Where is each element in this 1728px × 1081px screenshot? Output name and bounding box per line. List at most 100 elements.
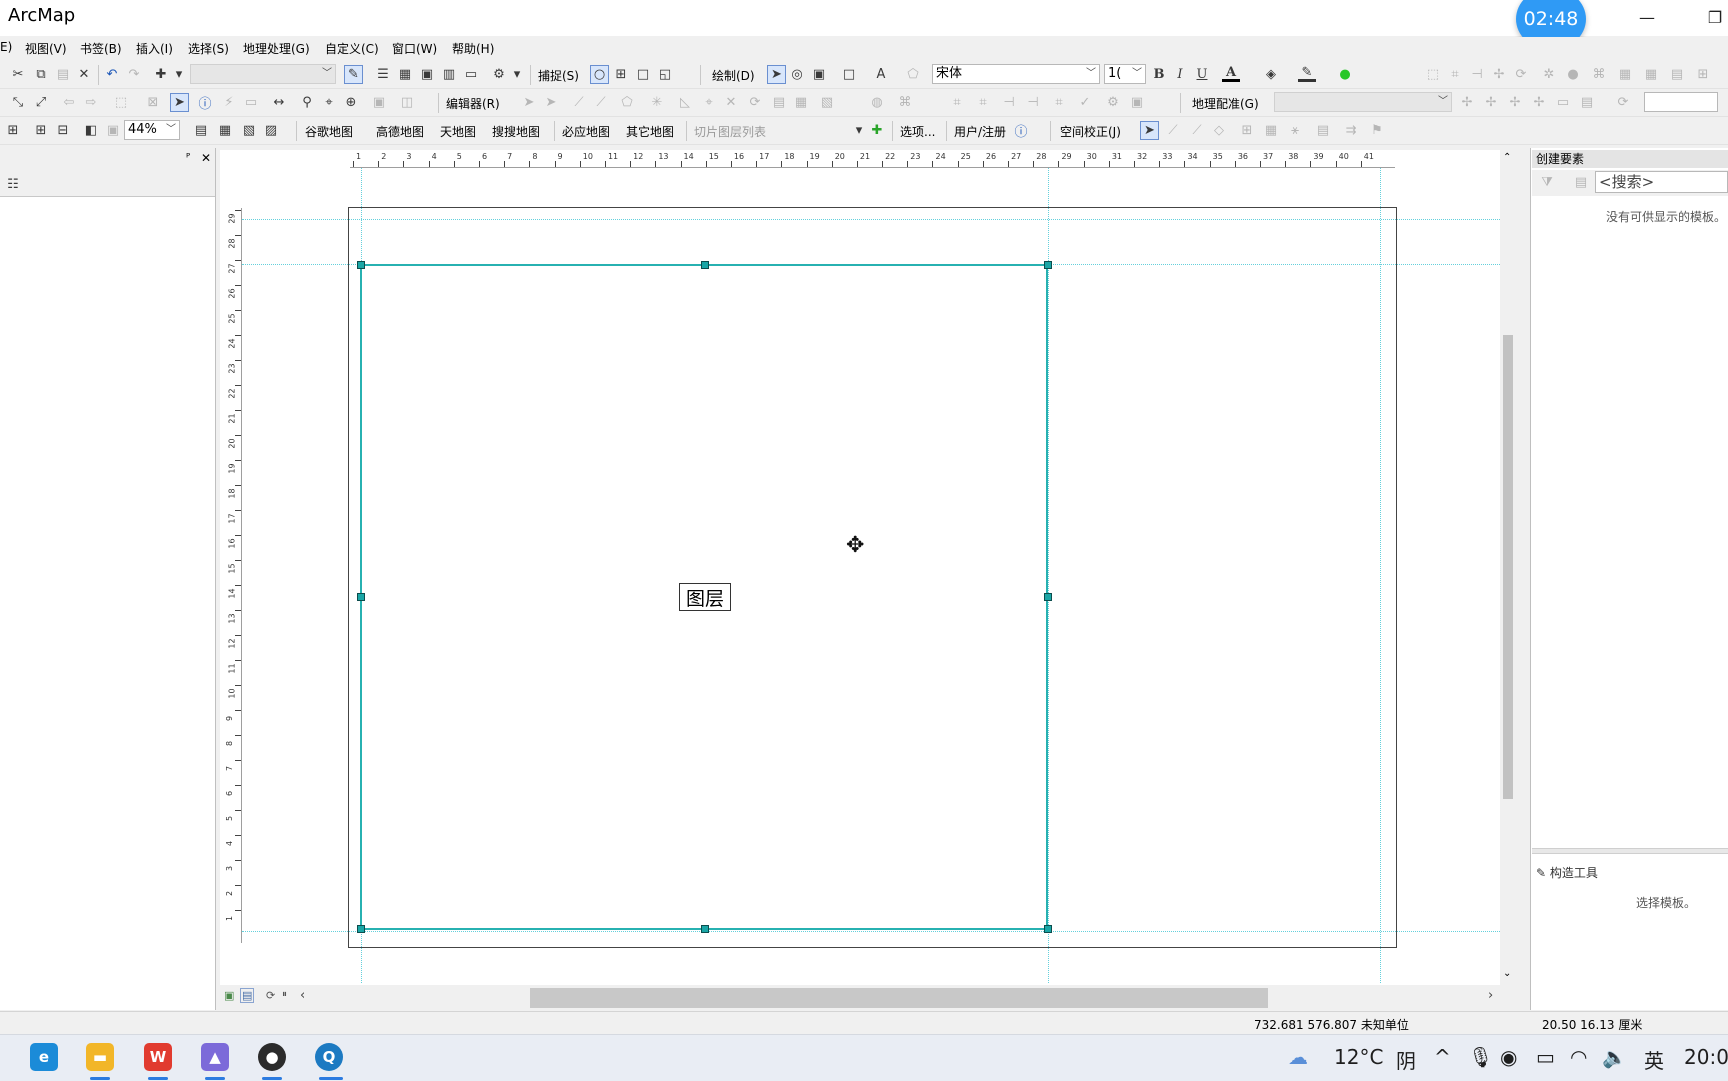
layout-zoom-out-icon[interactable]: ⊞ [32, 121, 50, 139]
marker-color-icon[interactable]: ● [1336, 65, 1354, 83]
menu-customize[interactable]: 自定义(C) [325, 40, 379, 57]
info-icon[interactable]: ⓘ [1012, 121, 1030, 140]
adjust-select-icon[interactable]: ➤ [1140, 121, 1159, 140]
georef-tool4-icon[interactable]: ✢ [1530, 93, 1548, 111]
wifi-icon[interactable]: ◠ [1570, 1045, 1587, 1069]
point-snap-icon[interactable]: ○ [590, 65, 609, 84]
multi-displacement-icon[interactable]: ◇ [1210, 121, 1228, 139]
trace-icon[interactable]: ⟋ [592, 93, 610, 111]
georef-refresh-icon[interactable]: ⟳ [1614, 93, 1632, 111]
table-of-contents-icon[interactable]: ☰ [374, 65, 392, 83]
system-time[interactable]: 20:01 [1684, 1045, 1728, 1069]
copy-icon[interactable]: ⧉ [32, 65, 50, 83]
editor-toolbar-icon[interactable]: ✎ [344, 65, 363, 84]
sphere-icon[interactable]: ● [1564, 65, 1582, 83]
menu-geoprocessing[interactable]: 地理处理(G) [243, 40, 310, 57]
network-edit4-icon[interactable]: ⊣ [1024, 93, 1042, 111]
user-register-button[interactable]: 用户/注册 [954, 123, 1006, 140]
list-by-drawing-order-icon[interactable]: ☷ [4, 175, 22, 193]
georef-tool6-icon[interactable]: ▤ [1578, 93, 1596, 111]
cloud-icon[interactable]: ☁ [1288, 1045, 1308, 1069]
tray-expand-icon[interactable]: ^ [1434, 1045, 1451, 1069]
basemap-soso[interactable]: 搜搜地图 [492, 123, 540, 140]
basemap-gaode[interactable]: 高德地图 [376, 123, 424, 140]
georeferencing-menu[interactable]: 地理配准(G) [1192, 95, 1259, 112]
focus-data-frame-icon[interactable]: ▦ [216, 121, 234, 139]
model-builder-icon[interactable]: ⚙ [490, 65, 508, 83]
time-slider-icon[interactable]: ⊕ [342, 93, 360, 111]
menu-bookmarks[interactable]: 书签(B) [80, 40, 122, 57]
find-icon[interactable]: ⚲ [298, 93, 316, 111]
italic-button[interactable]: I [1171, 65, 1189, 83]
zoom-in-fixed-icon[interactable]: ⤡ [9, 93, 27, 111]
forward-icon[interactable]: ⇨ [82, 93, 100, 111]
georef-tool5-icon[interactable]: ▭ [1554, 93, 1572, 111]
limited-adjust-icon[interactable]: ▦ [1262, 121, 1280, 139]
zoom-percent-combo[interactable]: 44% ﹀ [124, 120, 180, 140]
delete-icon[interactable]: ✕ [75, 65, 93, 83]
create-features-icon[interactable]: ▧ [818, 93, 836, 111]
guide-line[interactable] [242, 219, 1500, 220]
resize-handle-ne[interactable] [1044, 261, 1052, 269]
basemap-other[interactable]: 其它地图 [626, 123, 674, 140]
resize-handle-s[interactable] [701, 925, 709, 933]
edit-arrow-icon[interactable]: ➤ [520, 93, 538, 111]
midpoint-icon[interactable]: ✳ [648, 93, 666, 111]
editor-menu[interactable]: 编辑器(R) [446, 95, 500, 112]
network-edit2-icon[interactable]: ⌗ [974, 93, 992, 111]
menu-view[interactable]: 视图(V) [25, 40, 67, 57]
horizontal-scroll-thumb[interactable] [530, 988, 1268, 1008]
menu-insert[interactable]: 插入(I) [136, 40, 173, 57]
reshape-icon[interactable]: ⌗ [1446, 65, 1464, 83]
options-menu[interactable]: 选项... [900, 123, 935, 140]
weather-temperature[interactable]: 12°C [1334, 1045, 1383, 1069]
back-icon[interactable]: ⇦ [60, 93, 78, 111]
scroll-left-icon[interactable]: ‹ [300, 988, 305, 1003]
data-view-icon[interactable]: ▣ [224, 989, 234, 1002]
add-tile-icon[interactable]: ✚ [868, 121, 886, 139]
end-snap-icon[interactable]: ⊞ [612, 65, 630, 83]
line-color-icon[interactable]: ✎ [1298, 65, 1316, 82]
font-name-combo[interactable]: 宋体 ﹀ [932, 64, 1100, 84]
basemap-tianditu[interactable]: 天地图 [440, 123, 476, 140]
layout-zoom-in-icon[interactable]: ⊞ [4, 121, 22, 139]
cut-icon[interactable]: ✂ [9, 65, 27, 83]
edge-icon[interactable]: e [30, 1043, 58, 1071]
tile-list-dropdown-icon[interactable]: ▾ [850, 121, 868, 139]
vertex-snap-icon[interactable]: □ [634, 65, 652, 83]
rotate-feature-icon[interactable]: ⟳ [1512, 65, 1530, 83]
match-tool-icon[interactable]: ⚑ [1368, 121, 1386, 139]
link-table-icon[interactable]: ▤ [1314, 121, 1332, 139]
network-edit-icon[interactable]: ⌗ [948, 93, 966, 111]
layout-whole-page-icon[interactable]: ◧ [82, 121, 100, 139]
scale-combo[interactable]: ﹀ [190, 64, 336, 84]
overflow-icon[interactable]: ▾ [508, 65, 526, 83]
attributes-icon[interactable]: ▤ [770, 93, 788, 111]
close-icon[interactable]: ✕ [201, 151, 211, 165]
select-features-icon[interactable]: ⬚ [112, 93, 130, 111]
menu-edit[interactable]: E) [0, 40, 12, 54]
sketch-properties-icon[interactable]: ▦ [792, 93, 810, 111]
restore-button[interactable]: ❐ [1692, 0, 1728, 34]
panel-splitter[interactable] [1532, 848, 1728, 854]
search-window-icon[interactable]: ▣ [418, 65, 436, 83]
topology-icon[interactable]: ✲ [1540, 65, 1558, 83]
scroll-right-icon[interactable]: › [1488, 988, 1493, 1003]
layout-100-icon[interactable]: ▣ [104, 121, 122, 139]
fill-color-icon[interactable]: ◈ [1262, 65, 1280, 83]
underline-button[interactable]: U [1193, 65, 1211, 83]
merge-icon[interactable]: ⌖ [700, 93, 718, 111]
zoom-out-fixed-icon[interactable]: ⤢ [32, 93, 50, 111]
layout-view-icon[interactable]: ▤ [240, 988, 255, 1003]
clear-selection-icon[interactable]: ⊠ [144, 93, 162, 111]
go-to-xy-icon[interactable]: ⌖ [320, 93, 338, 111]
catalog-icon[interactable]: ▦ [396, 65, 414, 83]
pause-icon[interactable]: ⏸ [282, 989, 287, 1000]
redo-icon[interactable]: ↷ [125, 65, 143, 83]
resize-handle-se[interactable] [1044, 925, 1052, 933]
menu-help[interactable]: 帮助(H) [452, 40, 494, 57]
organize-templates-icon[interactable]: ▤ [1572, 173, 1590, 191]
menu-selection[interactable]: 选择(S) [188, 40, 229, 57]
bold-button[interactable]: B [1150, 65, 1168, 83]
horizontal-ruler[interactable]: 1 2 3 4 5 6 7 8 9 10 11 12 13 14 15 16 17 18 19 20 21 22 23 24 2… [350, 150, 1395, 168]
